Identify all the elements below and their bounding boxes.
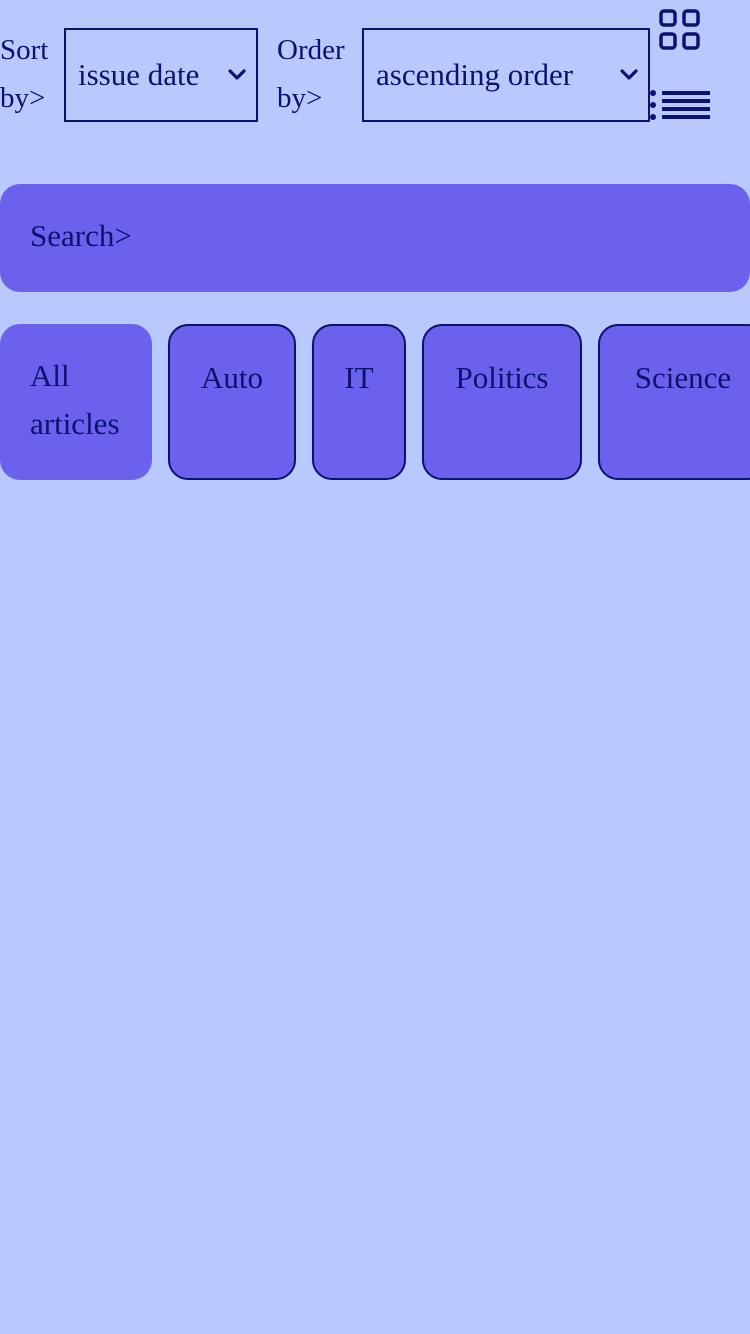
- order-by-value: ascending order: [376, 57, 574, 92]
- order-by-label: Order by>: [277, 26, 345, 122]
- chevron-down-icon: [620, 69, 638, 80]
- category-science[interactable]: Science: [598, 324, 750, 480]
- sort-by-value: issue date: [78, 57, 200, 92]
- sort-by-select[interactable]: issue date: [64, 28, 258, 122]
- sort-by-label-line2: by>: [0, 82, 46, 114]
- category-label: Politics: [455, 360, 549, 395]
- list-view-icon[interactable]: [648, 88, 712, 124]
- category-label: Auto: [201, 360, 263, 395]
- category-it[interactable]: IT: [312, 324, 406, 480]
- category-label-line2: articles: [30, 406, 120, 441]
- search-input[interactable]: Search>: [0, 184, 750, 292]
- search-placeholder: Search>: [30, 218, 132, 253]
- category-all-articles[interactable]: All articles: [0, 324, 152, 480]
- order-by-label-line2: by>: [277, 82, 323, 114]
- category-label-line1: All: [30, 358, 70, 393]
- sort-by-label-line1: Sort: [0, 34, 49, 66]
- category-label: Science: [634, 360, 732, 395]
- chevron-down-icon: [228, 69, 246, 80]
- sort-by-label: Sort by>: [0, 26, 48, 122]
- category-label: IT: [344, 360, 374, 395]
- order-by-label-line1: Order: [277, 34, 345, 66]
- category-politics[interactable]: Politics: [422, 324, 582, 480]
- order-by-select[interactable]: ascending order: [362, 28, 650, 122]
- category-auto[interactable]: Auto: [168, 324, 296, 480]
- grid-view-icon[interactable]: [659, 9, 701, 51]
